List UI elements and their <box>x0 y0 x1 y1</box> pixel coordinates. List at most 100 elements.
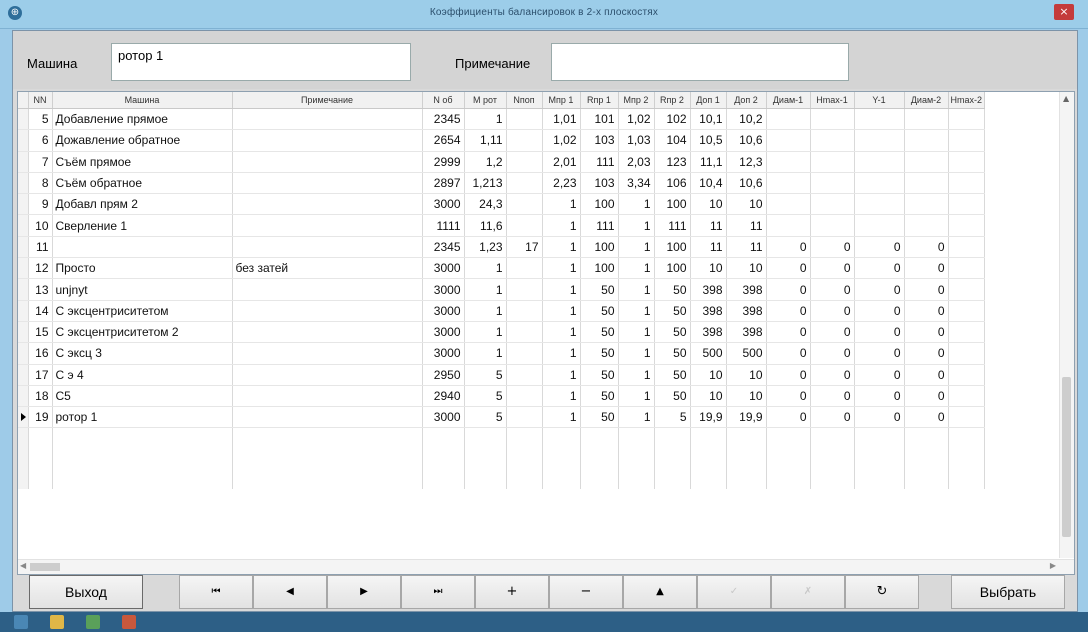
grid-cell-d1[interactable]: 10 <box>690 364 727 386</box>
grid-cell-note[interactable] <box>232 321 423 344</box>
column-header[interactable]: Mпр 2 <box>618 92 655 109</box>
grid-cell-mp2[interactable]: 1 <box>618 300 655 322</box>
grid-cell-hmax2[interactable] <box>948 364 986 386</box>
grid-cell-hmax1[interactable]: 0 <box>810 278 855 301</box>
grid-cell-rp1[interactable]: 111 <box>580 214 619 237</box>
grid-cell-hmax1[interactable] <box>810 151 855 173</box>
grid-cell-y1[interactable]: 0 <box>854 278 905 301</box>
grid-cell-rp1[interactable]: 50 <box>580 406 619 429</box>
note-field[interactable] <box>551 43 849 81</box>
row-indicator[interactable] <box>18 108 29 131</box>
grid-cell-d2[interactable]: 398 <box>726 321 767 344</box>
grid-cell-hmax1[interactable]: 0 <box>810 257 855 280</box>
grid-cell-note[interactable] <box>232 278 423 301</box>
grid-cell-y1[interactable]: 0 <box>854 364 905 386</box>
row-indicator[interactable] <box>18 257 29 280</box>
grid-cell-rp2[interactable]: 50 <box>654 278 691 301</box>
app-taskbar-icon-2[interactable] <box>122 615 136 629</box>
grid-cell-machine[interactable]: С эксцентриситетом 2 <box>52 321 233 344</box>
grid-cell-note[interactable] <box>232 108 423 131</box>
horizontal-scrollbar[interactable]: ◀ ▶ <box>18 559 1074 574</box>
grid-cell-diam2[interactable] <box>904 151 949 173</box>
post-edit-button[interactable]: ✓ <box>697 575 771 609</box>
table-row[interactable]: 7 Съём прямое 2999 1,2 2,01 111 2,03 123 11,1 12,… <box>18 151 986 173</box>
grid-cell-n[interactable]: 3000 <box>422 342 465 365</box>
grid-cell-rp1[interactable]: 50 <box>580 300 619 322</box>
column-header[interactable]: M рот <box>464 92 507 109</box>
grid-cell-d2[interactable]: 10 <box>726 364 767 386</box>
grid-cell-mp1[interactable]: 1 <box>542 236 581 259</box>
grid-cell-diam1[interactable] <box>766 214 811 237</box>
prior-record-button[interactable]: ◀ <box>253 575 327 609</box>
grid-cell-hmax2[interactable] <box>948 129 986 152</box>
scroll-right-icon[interactable]: ▶ <box>1050 561 1056 570</box>
grid-cell-d1[interactable]: 11,1 <box>690 151 727 173</box>
grid-cell-m[interactable]: 1 <box>464 278 507 301</box>
grid-cell-mp2[interactable]: 1 <box>618 236 655 259</box>
grid-cell-machine[interactable]: ротор 1 <box>52 406 233 429</box>
grid-cell-rp2[interactable]: 123 <box>654 151 691 173</box>
grid-cell-d1[interactable]: 398 <box>690 300 727 322</box>
grid-cell-n[interactable]: 3000 <box>422 257 465 280</box>
grid-cell-d1[interactable]: 10 <box>690 193 727 216</box>
grid-cell-m[interactable]: 1 <box>464 108 507 131</box>
grid-cell-mp1[interactable]: 1 <box>542 406 581 429</box>
grid-cell-y1[interactable]: 0 <box>854 342 905 365</box>
grid-cell-mp1[interactable]: 2,23 <box>542 172 581 195</box>
grid-cell-m[interactable]: 1 <box>464 321 507 344</box>
grid-cell-m[interactable]: 1,213 <box>464 172 507 195</box>
grid-cell-nn[interactable]: 17 <box>28 364 53 386</box>
row-indicator[interactable] <box>18 214 29 237</box>
grid-cell-rp1[interactable]: 111 <box>580 151 619 173</box>
close-button[interactable]: × <box>1054 4 1074 20</box>
grid-cell-rp1[interactable]: 50 <box>580 278 619 301</box>
refresh-button[interactable]: ↻ <box>845 575 919 609</box>
column-header[interactable]: Mпр 1 <box>542 92 581 109</box>
grid-cell-mp1[interactable]: 1 <box>542 257 581 280</box>
grid-cell-nn[interactable]: 7 <box>28 151 53 173</box>
grid-cell-diam1[interactable]: 0 <box>766 342 811 365</box>
first-record-button[interactable]: ⏮ <box>179 575 253 609</box>
grid-cell-rp1[interactable]: 100 <box>580 257 619 280</box>
grid-cell-machine[interactable] <box>52 236 233 259</box>
table-row[interactable]: 8 Съём обратное 2897 1,213 2,23 103 3,34 106 10,… <box>18 172 986 195</box>
grid-cell-nn[interactable]: 14 <box>28 300 53 322</box>
grid-cell-hmax2[interactable] <box>948 108 986 131</box>
grid-cell-hmax1[interactable] <box>810 172 855 195</box>
grid-cell-note[interactable] <box>232 172 423 195</box>
grid-cell-n[interactable]: 2940 <box>422 385 465 408</box>
column-header[interactable]: Диам-2 <box>904 92 949 109</box>
table-row[interactable]: 16 С эксц 3 3000 1 1 50 1 50 500 500 0 0 0 0 <box>18 342 986 365</box>
grid-cell-rp1[interactable]: 101 <box>580 108 619 131</box>
grid-cell-note[interactable] <box>232 193 423 216</box>
grid-cell-hmax1[interactable]: 0 <box>810 364 855 386</box>
grid-cell-y1[interactable] <box>854 214 905 237</box>
grid-cell-d1[interactable]: 500 <box>690 342 727 365</box>
table-row[interactable]: 6 Дожавление обратное 2654 1,11 1,02 103 1,03 1… <box>18 129 986 152</box>
grid-cell-hmax2[interactable] <box>948 385 986 408</box>
grid-cell-d2[interactable]: 500 <box>726 342 767 365</box>
table-row[interactable]: 13 unjnyt 3000 1 1 50 1 50 398 398 0 0 0 0 <box>18 278 986 301</box>
grid-cell-d2[interactable]: 398 <box>726 300 767 322</box>
grid-cell-hmax2[interactable] <box>948 321 986 344</box>
grid-cell-d1[interactable]: 398 <box>690 278 727 301</box>
grid-cell-d1[interactable]: 19,9 <box>690 406 727 429</box>
grid-cell-machine[interactable]: Сверление 1 <box>52 214 233 237</box>
grid-cell-hmax2[interactable] <box>948 300 986 322</box>
grid-cell-d2[interactable]: 10 <box>726 193 767 216</box>
grid-cell-m[interactable]: 1,23 <box>464 236 507 259</box>
grid-cell-rp1[interactable]: 50 <box>580 342 619 365</box>
grid-cell-note[interactable]: без затей <box>232 257 423 280</box>
grid-cell-hmax2[interactable] <box>948 193 986 216</box>
column-header[interactable]: Доп 2 <box>726 92 767 109</box>
grid-cell-diam1[interactable] <box>766 172 811 195</box>
grid-cell-machine[interactable]: С э 4 <box>52 364 233 386</box>
grid-cell-d2[interactable]: 12,3 <box>726 151 767 173</box>
grid-cell-machine[interactable]: Добавл прям 2 <box>52 193 233 216</box>
grid-cell-d1[interactable]: 10 <box>690 257 727 280</box>
grid-cell-d2[interactable]: 10,6 <box>726 172 767 195</box>
row-indicator[interactable] <box>18 321 29 344</box>
grid-cell-note[interactable] <box>232 342 423 365</box>
vertical-scrollbar[interactable]: ▲ <box>1059 92 1074 558</box>
grid-cell-hmax2[interactable] <box>948 172 986 195</box>
